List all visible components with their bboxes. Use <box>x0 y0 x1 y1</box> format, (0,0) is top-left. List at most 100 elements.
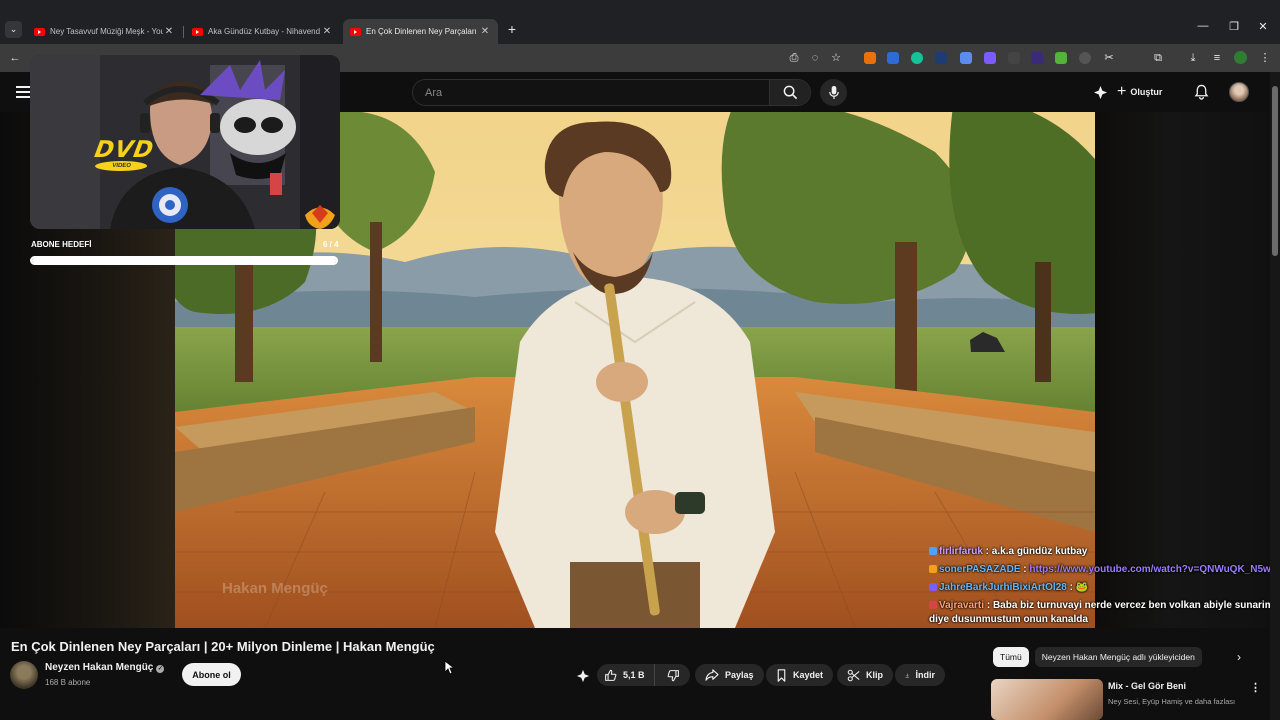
clip-button[interactable]: Klip <box>837 664 893 686</box>
browser-tab-2[interactable]: Aka Gündüz Kutbay - Nihavend ✕ <box>185 19 340 44</box>
chat-text: https://www.youtube.com/watch?v=QNWuQK_N… <box>1029 564 1277 575</box>
search-input[interactable] <box>413 80 770 105</box>
chevron-right-icon[interactable]: › <box>1237 650 1241 664</box>
sparkle-icon <box>1093 85 1107 99</box>
webcam-overlay: DVD VIDEO <box>30 55 340 229</box>
streamer-webcam-image <box>30 55 340 229</box>
channel-avatar[interactable] <box>10 661 38 689</box>
thumbs-up-icon <box>605 669 617 681</box>
chat-username[interactable]: JahreBarkJurhiBixiArtOl28 <box>939 582 1067 593</box>
youtube-favicon-icon <box>350 27 361 36</box>
create-button[interactable]: + Oluştur <box>1117 81 1162 103</box>
chat-separator: : <box>982 546 992 557</box>
subscriber-count: 168 B abone <box>45 678 91 687</box>
verified-check-icon: ✓ <box>156 665 165 673</box>
microphone-icon <box>828 85 839 100</box>
share-button[interactable]: Paylaş <box>695 664 764 686</box>
extension-icon-8[interactable] <box>1031 52 1043 64</box>
extension-icon-9[interactable] <box>1055 52 1067 64</box>
dvd-logo: DVD VIDEO <box>91 137 157 171</box>
bookmark-star-icon[interactable]: ☆ <box>829 51 843 65</box>
create-label: Oluştur <box>1130 87 1163 97</box>
suggestion-subtitle: Ney Sesi, Eyüp Hamiş ve daha fazlası <box>1108 697 1236 706</box>
chat-username[interactable]: firlirfaruk <box>939 546 983 557</box>
extension-icon-6[interactable] <box>984 52 996 64</box>
download-button[interactable]: İndir <box>895 664 945 686</box>
channel-name[interactable]: Neyzen Hakan Mengüç <box>45 662 153 673</box>
minimize-button[interactable]: — <box>1194 20 1212 32</box>
suggestion-thumbnail[interactable] <box>991 679 1103 720</box>
close-tab-icon[interactable]: ✕ <box>321 26 333 37</box>
extension-icon-4[interactable] <box>935 52 947 64</box>
maximize-button[interactable]: ❐ <box>1225 20 1243 33</box>
chat-username[interactable]: sonerPASAZADE <box>939 564 1021 575</box>
subscribe-button[interactable]: Abone ol <box>182 663 241 686</box>
extension-icon-1[interactable] <box>864 52 876 64</box>
extension-icon-11[interactable]: ✂ <box>1102 51 1116 65</box>
notifications-button[interactable] <box>1192 83 1210 101</box>
chip-from-uploader[interactable]: Neyzen Hakan Mengüç adlı yükleyiciden <box>1034 647 1202 667</box>
close-tab-icon[interactable]: ✕ <box>163 26 175 37</box>
browser-tab-3-active[interactable]: En Çok Dinlenen Ney Parçaları | 20+ Mily… <box>343 19 498 44</box>
chat-separator: : <box>1066 582 1076 593</box>
extension-icon-5[interactable] <box>960 52 972 64</box>
more-vert-icon[interactable]: ⋮ <box>1250 681 1261 694</box>
chat-separator: : <box>984 600 993 611</box>
extension-icon-7[interactable] <box>1008 52 1020 64</box>
ask-ai-button[interactable] <box>575 668 591 684</box>
download-icon <box>905 673 909 678</box>
extension-icon-10[interactable] <box>1079 52 1091 64</box>
extension-icon-2[interactable] <box>887 52 899 64</box>
chat-badge-icon <box>929 565 937 573</box>
page-scrollbar[interactable] <box>1270 72 1280 720</box>
chat-message: JahreBarkJurhiBixiArtOl28 : 🐸 <box>929 581 1274 595</box>
account-avatar[interactable] <box>1229 82 1249 102</box>
bookmark-icon <box>777 668 786 682</box>
new-tab-button[interactable]: + <box>504 21 520 37</box>
scrollbar-thumb[interactable] <box>1272 86 1278 256</box>
back-arrow-icon[interactable]: ← <box>8 51 22 65</box>
media-control-icon[interactable]: ≡ <box>1210 51 1224 65</box>
chat-message: firlirfaruk : a.k.a gündüz kutbay <box>929 545 1274 559</box>
chat-message: sonerPASAZADE : https://www.youtube.com/… <box>929 563 1277 577</box>
download-label: İndir <box>915 670 936 680</box>
chip-all[interactable]: Tümü <box>993 647 1029 667</box>
close-window-button[interactable]: ✕ <box>1254 20 1272 33</box>
voice-search-button[interactable] <box>820 79 847 106</box>
sparkle-icon <box>576 669 590 683</box>
browser-tab-1[interactable]: Ney Tasavvuf Müziği Meşk - YouTube ✕ <box>27 19 182 44</box>
eye-off-icon[interactable]: ◌ <box>808 51 822 65</box>
dvd-logo-text: DVD <box>92 137 157 163</box>
profile-avatar-icon[interactable] <box>1234 51 1247 64</box>
downloads-icon[interactable]: ⤓ <box>1186 51 1200 65</box>
browser-tab-bar: ⌄ Ney Tasavvuf Müziği Meşk - YouTube ✕ A… <box>0 0 1280 44</box>
menu-hamburger-icon[interactable] <box>16 86 30 98</box>
save-label: Kaydet <box>793 670 824 680</box>
chat-badge-icon <box>929 547 937 555</box>
dislike-button[interactable] <box>656 664 690 686</box>
search-button[interactable] <box>769 80 810 105</box>
subscriber-goal-fill <box>32 258 336 263</box>
channel-name-row[interactable]: Neyzen Hakan Mengüç ✓ <box>45 662 165 673</box>
install-app-icon[interactable]: ⎙ <box>787 51 801 65</box>
tab-search-button[interactable]: ⌄ <box>5 21 22 38</box>
chat-text: a.k.a gündüz kutbay <box>991 546 1088 557</box>
like-dislike-group: 5,1 B <box>597 664 690 686</box>
suggestion-filter-chips: Tümü Neyzen Hakan Mengüç adlı yükleyicid… <box>993 646 1202 668</box>
like-button[interactable]: 5,1 B <box>597 664 655 686</box>
clip-tool-icon[interactable] <box>1092 84 1108 100</box>
grammarly-icon[interactable] <box>911 52 923 64</box>
chat-username[interactable]: Vajravarti <box>939 600 984 611</box>
youtube-favicon-icon <box>34 27 45 36</box>
browser-menu-icon[interactable]: ⋮ <box>1258 51 1272 65</box>
save-button[interactable]: Kaydet <box>766 664 834 686</box>
plus-icon: + <box>1117 83 1127 100</box>
chat-message: Vajravarti : Baba biz turnuvayi nerde ve… <box>929 599 1274 627</box>
like-count: 5,1 B <box>623 670 645 680</box>
suggestion-title[interactable]: Mix - Gel Gör Beni <box>1108 681 1186 691</box>
subscriber-goal-label: ABONE HEDEFİ <box>31 240 92 249</box>
subscriber-goal-bar <box>30 256 338 265</box>
extensions-puzzle-icon[interactable]: ⧉ <box>1151 51 1165 65</box>
screen: ⌄ Ney Tasavvuf Müziği Meşk - YouTube ✕ A… <box>0 0 1280 720</box>
close-tab-icon[interactable]: ✕ <box>479 26 491 37</box>
